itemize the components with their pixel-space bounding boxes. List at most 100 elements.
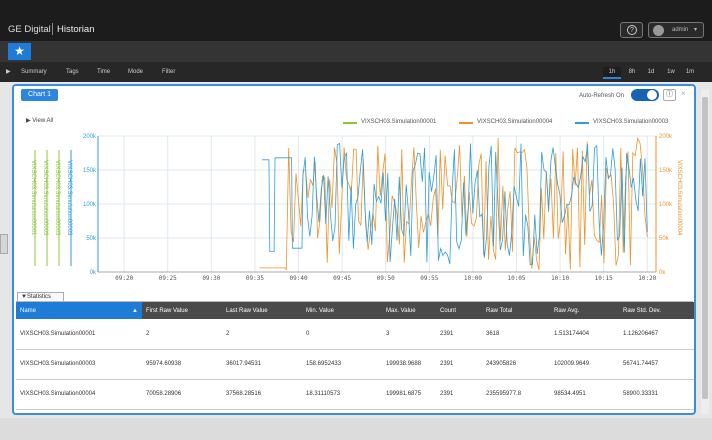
y-tick-label-right: 50k: [659, 236, 670, 242]
range-1d[interactable]: 1d: [642, 67, 660, 79]
legend-label-series2[interactable]: VIXSCH03.Simulation00004: [477, 119, 552, 125]
range-1h[interactable]: 1h: [603, 67, 621, 79]
avatar-icon: [653, 25, 664, 36]
x-tick-label: 10:10: [551, 275, 569, 282]
range-1w[interactable]: 1w: [662, 67, 680, 79]
y-tick-label-left: 0k: [90, 270, 97, 276]
column-header-raw-total[interactable]: Raw Total: [482, 302, 550, 319]
legend-swatch-series2: [459, 122, 473, 124]
table-cell: 70058.28906: [142, 379, 222, 410]
help-button[interactable]: ?: [620, 22, 643, 38]
x-tick-label: 10:15: [595, 275, 613, 282]
star-icon: ★: [14, 44, 25, 58]
favorites-bar: ★: [0, 41, 712, 62]
statistics-table: Name ▲ First Raw Value Last Raw Value Min…: [16, 302, 694, 410]
column-header-count[interactable]: Count: [436, 302, 482, 319]
menu-summary[interactable]: Summary: [21, 69, 47, 75]
table-cell: 199981.6875: [382, 379, 436, 410]
close-icon[interactable]: ×: [681, 89, 686, 98]
left-axis-name: VIXSCH03.Simulation00001: [30, 160, 36, 236]
left-axis-name: VIXSCH03.Simulation00003: [42, 160, 48, 236]
table-cell: 3: [382, 319, 436, 350]
table-cell: 102009.9649: [550, 349, 619, 380]
table-row[interactable]: VIXSCH03.Simulation00001 2 2 0 3 2391 3618 1.51…: [16, 319, 694, 350]
scrollbar-thumb[interactable]: [702, 97, 708, 399]
y-tick-label-right: 100k: [659, 202, 673, 208]
column-header-last-raw[interactable]: Last Raw Value: [222, 302, 302, 319]
range-1m[interactable]: 1m: [681, 67, 699, 79]
y-tick-label-right: 200k: [659, 134, 673, 140]
table-row[interactable]: VIXSCH03.Simulation00003 95974.60938 36017…: [16, 349, 694, 380]
help-icon: ?: [627, 25, 637, 35]
top-bar: GE Digital Historian ? admin ▾: [0, 0, 712, 41]
sidebar-drag-handle[interactable]: [0, 234, 8, 254]
sort-ascending-icon: ▲: [132, 307, 138, 314]
x-tick-label: 09:40: [290, 275, 308, 282]
table-header-row: Name ▲ First Raw Value Last Raw Value Min…: [16, 302, 694, 319]
tab-chart-1[interactable]: Chart 1: [21, 89, 58, 101]
legend-label-series1[interactable]: VIXSCH03.Simulation00001: [361, 119, 436, 125]
column-header-raw-avg[interactable]: Raw Avg.: [550, 302, 619, 319]
favorites-button[interactable]: ★: [8, 43, 31, 60]
table-row[interactable]: VIXSCH03.Simulation00004 70058.28906 37568…: [16, 379, 694, 410]
table-cell: VIXSCH03.Simulation00001: [16, 319, 142, 350]
info-icon[interactable]: ⓘ: [663, 89, 676, 101]
x-tick-label: 10:20: [638, 275, 656, 282]
auto-refresh-label: Auto-Refresh On: [579, 93, 625, 99]
table-cell: 2391: [436, 379, 482, 410]
bottom-bar: [0, 418, 712, 440]
expand-icon[interactable]: ▶: [6, 68, 11, 75]
table-cell: 36017.94531: [222, 349, 302, 380]
y-tick-label-left: 100k: [83, 202, 97, 208]
table-cell: 0: [302, 319, 382, 350]
table-cell: 18.31110573: [302, 379, 382, 410]
table-cell: 37568.28516: [222, 379, 302, 410]
table-cell: VIXSCH03.Simulation00003: [16, 349, 142, 380]
menu-time[interactable]: Time: [97, 69, 110, 75]
view-all-button[interactable]: ▶ View All: [26, 117, 53, 124]
table-cell: 98534.4951: [550, 379, 619, 410]
right-axis-name: VIXSCH03.Simulation00004: [676, 160, 682, 236]
trend-chart[interactable]: 200k 200k 150k 150k 100k 100k 50k 50k 0k 0k 09:20 0…: [14, 130, 694, 290]
brand-name: GE Digital: [8, 24, 51, 35]
auto-refresh-toggle[interactable]: [631, 89, 659, 101]
table-cell: 58900.33331: [619, 379, 694, 410]
range-8h[interactable]: 8h: [623, 67, 641, 79]
table-cell: 3618: [482, 319, 550, 350]
table-cell: 199938.9688: [382, 349, 436, 380]
y-tick-label-left: 50k: [86, 236, 97, 242]
y-tick-label-right: 150k: [659, 168, 673, 174]
column-header-label: Name: [20, 307, 37, 314]
table-cell: 2391: [436, 349, 482, 380]
x-tick-label: 10:00: [464, 275, 482, 282]
legend-swatch-series3: [575, 122, 589, 124]
column-header-max[interactable]: Max. Value: [382, 302, 436, 319]
chart-panel: Chart 1 Auto-Refresh On ⓘ × ▶ View All V…: [12, 84, 696, 415]
menu-tags[interactable]: Tags: [66, 69, 79, 75]
menu-filter[interactable]: Filter: [162, 69, 175, 75]
scrollbar[interactable]: [701, 89, 709, 414]
column-header-raw-std[interactable]: Raw Std. Dev.: [619, 302, 694, 319]
y-tick-label-left: 150k: [83, 168, 97, 174]
left-axis-name: VIXSCH03.Simulation00003: [54, 160, 60, 236]
table-cell: 1.513174404: [550, 319, 619, 350]
user-menu-button[interactable]: admin ▾: [648, 22, 704, 38]
column-header-first-raw[interactable]: First Raw Value: [142, 302, 222, 319]
x-tick-label: 09:45: [333, 275, 351, 282]
y-tick-label-left: 200k: [83, 134, 97, 140]
user-name: admin: [672, 27, 689, 33]
menu-mode[interactable]: Mode: [128, 69, 143, 75]
x-tick-label: 09:30: [202, 275, 220, 282]
x-tick-label: 09:50: [377, 275, 395, 282]
app-title: Historian: [57, 24, 95, 35]
table-cell: 158.6952433: [302, 349, 382, 380]
x-tick-label: 09:20: [115, 275, 133, 282]
table-cell: 235595977.8: [482, 379, 550, 410]
column-header-name[interactable]: Name ▲: [16, 302, 142, 319]
table-cell: 56741.74457: [619, 349, 694, 380]
legend-label-series3[interactable]: VIXSCH03.Simulation00003: [593, 119, 668, 125]
x-tick-label: 09:55: [420, 275, 438, 282]
legend-swatch-series1: [343, 122, 357, 124]
column-header-min[interactable]: Min. Value: [302, 302, 382, 319]
menu-bar: ▶ Summary Tags Time Mode Filter 1h 8h 1d…: [0, 62, 712, 82]
